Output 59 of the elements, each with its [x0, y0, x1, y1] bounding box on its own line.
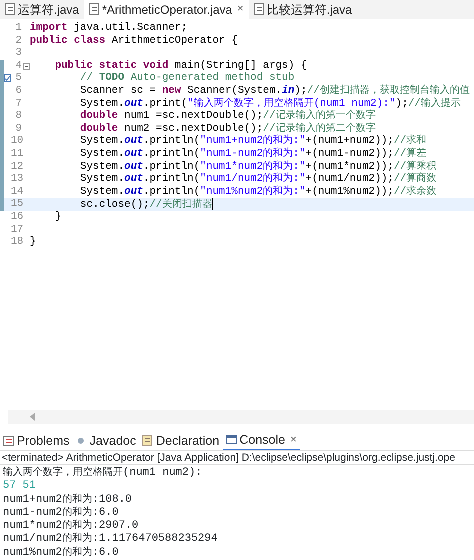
console-line: 输入两个数字，用空格隔开(num1 num2): [3, 466, 204, 480]
code-line: System.out.println("num1/num2的和为:"+(num1/num2));//算商数 [79, 173, 437, 186]
code-line: public class ArithmeticOperator { [30, 34, 238, 48]
line-number: 14 [11, 186, 23, 198]
view-tab[interactable]: Problems [0, 432, 73, 450]
code-line: System.out.println("num1*num2的和为:"+(num1*num2));//算乘积 [79, 160, 437, 173]
horizontal-scrollbar[interactable] [8, 410, 474, 424]
close-icon[interactable]: × [237, 1, 244, 18]
view-tab[interactable]: Javadoc [72, 432, 140, 450]
code-line: System.out.println("num1-num2的和为:"+(num1-num2));//算差 [79, 148, 427, 160]
line-number: 11 [11, 148, 23, 161]
console-line: num1+num2的和为:108.0 [3, 494, 134, 506]
code-line: import java.util.Scanner; [30, 22, 188, 35]
console-line: num1/num2的和为:1.1176470588235294 [3, 533, 219, 546]
line-number: 6 [14, 84, 23, 98]
code-line: System.out.print("输入两个数字，用空格隔开(num1 num2):");//输入提示 [79, 98, 461, 110]
line-number: 17 [11, 224, 23, 236]
line-number: 8 [14, 110, 23, 123]
problems-icon [3, 434, 15, 447]
line-number: 4 [14, 60, 23, 72]
code-line: } [30, 236, 36, 249]
line-number: 3 [14, 47, 23, 60]
line-number: 15 [11, 198, 23, 211]
line-number: 7 [14, 98, 23, 110]
line-number: 18 [11, 236, 23, 249]
console-line: num1*num2的和为:2907.0 [3, 520, 140, 532]
console-status: <terminated> ArithmeticOperator [Java Application] D:\eclipse\eclipse\plugins\org.eclipse.justj.ope [0, 450, 474, 465]
editor-tab[interactable]: 比较运算符.java [248, 0, 358, 19]
close-icon[interactable]: × [290, 432, 297, 448]
console-line: 57 51 [3, 480, 38, 494]
code-line: Scanner sc = new Scanner(System.in);//创建扫描器，获取控制台输入的值 [79, 84, 470, 98]
line-number: 13 [11, 173, 23, 186]
code-line: System.out.println("num1+num2的和为:"+(num1+num2));//求和 [79, 135, 427, 148]
line-number: 5 [14, 72, 23, 85]
fold-icon[interactable] [23, 62, 30, 70]
code-line: public static void main(String[] args) { [54, 60, 308, 72]
code-line: System.out.println("num1%num2的和为:"+(num1%num2));//求余数 [79, 186, 437, 198]
line-number: 1 [14, 22, 23, 35]
file-icon [254, 3, 265, 16]
console-line: num1%num2的和为:6.0 [3, 546, 120, 560]
code-line: sc.close();//关闭扫描器 [79, 198, 214, 211]
line-number: 9 [14, 122, 23, 136]
file-icon [5, 3, 16, 16]
code-line: // TODO Auto-generated method stub [79, 72, 295, 85]
line-number: 2 [14, 34, 23, 48]
view-tab[interactable]: Declaration [139, 432, 223, 450]
code-line: double num1 =sc.nextDouble();//记录输入的第一个数字 [79, 110, 376, 122]
line-number: 10 [11, 135, 23, 148]
document-icon [142, 434, 154, 447]
scroll-left-icon [30, 412, 35, 421]
editor-tab[interactable]: *ArithmeticOperator.java × [84, 0, 249, 19]
editor-tab[interactable]: 运算符.java [0, 0, 84, 19]
line-number: 12 [11, 160, 23, 174]
console-line: num1-num2的和为:6.0 [3, 506, 120, 520]
code-line: } [54, 210, 62, 224]
file-icon [89, 3, 100, 16]
line-number: 16 [11, 210, 23, 224]
code-line: double num2 =sc.nextDouble();//记录输入的第二个数字 [79, 122, 376, 135]
console-icon [226, 434, 238, 446]
